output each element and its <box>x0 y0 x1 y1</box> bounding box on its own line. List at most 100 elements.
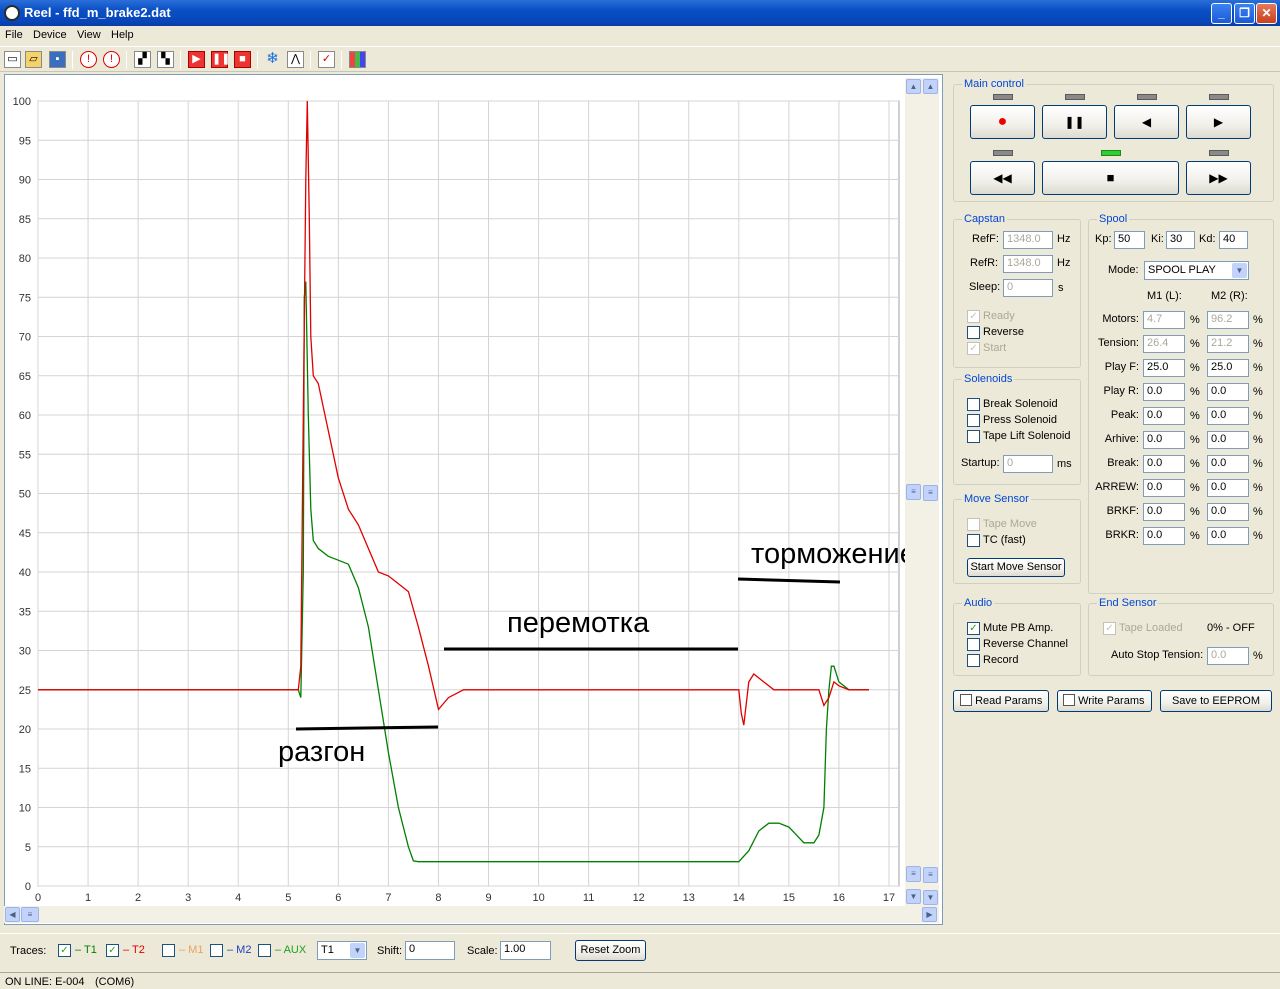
scroll-down-icon[interactable]: ▼ <box>923 890 938 905</box>
ref-f-label: RefF: <box>972 233 999 245</box>
fast-forward-button[interactable]: ▶▶ <box>1186 161 1251 195</box>
trace-chart[interactable]: 0 1 2 3 4 5 6 7 8 9 10 11 12 13 14 15 16 1705101520253035… <box>0 0 945 925</box>
spool-m1-field[interactable]: 0.0 <box>1143 527 1185 545</box>
spool-m2-field[interactable]: 25.0 <box>1207 359 1249 377</box>
spool-row-label: Break: <box>1107 457 1139 469</box>
capstan-caption: Capstan <box>962 213 1007 225</box>
read-params-button[interactable]: Read Params <box>953 690 1049 712</box>
pct-unit: % <box>1190 338 1200 350</box>
kp-field[interactable]: 50 <box>1114 231 1145 249</box>
m2-checkbox[interactable] <box>210 944 223 957</box>
press-solenoid-checkbox[interactable] <box>967 414 980 427</box>
aux-label: – AUX <box>275 944 307 956</box>
annotation-acceleration: разгон <box>278 736 365 768</box>
maximize-button[interactable]: ❐ <box>1234 3 1255 24</box>
spool-m2-field[interactable]: 0.0 <box>1207 479 1249 497</box>
ki-field[interactable]: 30 <box>1166 231 1195 249</box>
scroll-thumb-lower[interactable]: ≡ <box>906 866 921 882</box>
y-tick-label: 50 <box>19 489 31 501</box>
y-tick-label: 55 <box>19 449 31 461</box>
scroll-thumb[interactable]: ≡ <box>923 485 938 501</box>
kd-field[interactable]: 40 <box>1219 231 1248 249</box>
pct-unit: % <box>1253 338 1263 350</box>
scroll-up-icon[interactable]: ▲ <box>923 79 938 94</box>
scroll-right-icon[interactable]: ▶ <box>922 907 937 922</box>
aux-checkbox[interactable] <box>258 944 271 957</box>
write-params-button[interactable]: Write Params <box>1057 690 1152 712</box>
reverse-channel-checkbox[interactable] <box>967 638 980 651</box>
step-forward-button[interactable]: ▶ <box>1186 105 1251 139</box>
pct-unit: % <box>1253 530 1263 542</box>
ref-f-field[interactable]: 1348.0 <box>1003 231 1053 249</box>
scroll-left-icon[interactable]: ◀ <box>5 907 20 922</box>
spool-row-label: Play F: <box>1104 361 1139 373</box>
pct-unit: % <box>1190 506 1200 518</box>
spool-m2-field[interactable]: 21.2 <box>1207 335 1249 353</box>
pct-unit: % <box>1253 314 1263 326</box>
mode-select[interactable]: SPOOL PLAY ▼ <box>1144 261 1249 280</box>
t2-checkbox[interactable]: ✓ <box>106 944 119 957</box>
spool-m1-field[interactable]: 25.0 <box>1143 359 1185 377</box>
spool-m2-field[interactable]: 0.0 <box>1207 431 1249 449</box>
auto-stop-tension-field[interactable]: 0.0 <box>1207 647 1249 665</box>
record-checkbox[interactable] <box>967 654 980 667</box>
reverse-checkbox[interactable] <box>967 326 980 339</box>
scale-field[interactable]: 1.00 <box>500 941 551 960</box>
tape-lift-solenoid-checkbox[interactable] <box>967 430 980 443</box>
spool-m2-field[interactable]: 0.0 <box>1207 455 1249 473</box>
shift-field[interactable]: 0 <box>405 941 455 960</box>
spool-m1-field[interactable]: 0.0 <box>1143 479 1185 497</box>
spool-m1-field[interactable]: 4.7 <box>1143 311 1185 329</box>
spool-m2-field[interactable]: 0.0 <box>1207 527 1249 545</box>
chevron-down-icon: ▼ <box>350 943 365 958</box>
ref-r-field[interactable]: 1348.0 <box>1003 255 1053 273</box>
spool-m1-field[interactable]: 0.0 <box>1143 503 1185 521</box>
x-tick-label: 6 <box>335 892 341 904</box>
spool-m1-field[interactable]: 0.0 <box>1143 407 1185 425</box>
record-button[interactable]: ● <box>970 105 1035 139</box>
spool-m2-field[interactable]: 0.0 <box>1207 407 1249 425</box>
startup-unit: ms <box>1057 458 1072 470</box>
tc-fast-checkbox[interactable] <box>967 534 980 547</box>
mute-pb-amp-checkbox[interactable]: ✓ <box>967 622 980 635</box>
scroll-thumb-lower[interactable]: ≡ <box>923 867 938 883</box>
right-vertical-scrollbar[interactable]: ▲ ≡ ≡ ▼ <box>922 78 939 906</box>
y-tick-label: 80 <box>19 253 31 265</box>
hscroll-thumb[interactable]: ≡ <box>21 907 39 922</box>
online-status: ON LINE: E-004 <box>5 976 85 988</box>
spool-m2-field[interactable]: 0.0 <box>1207 503 1249 521</box>
step-back-button[interactable]: ◀ <box>1114 105 1179 139</box>
scroll-thumb[interactable]: ≡ <box>906 484 921 500</box>
spool-m1-field[interactable]: 0.0 <box>1143 431 1185 449</box>
stop-button[interactable]: ■ <box>1042 161 1179 195</box>
start-move-sensor-button[interactable]: Start Move Sensor <box>967 558 1065 577</box>
spool-m2-field[interactable]: 0.0 <box>1207 383 1249 401</box>
vertical-scrollbar[interactable]: ▲ ≡ ≡ ▼ <box>905 78 922 906</box>
close-button[interactable]: ✕ <box>1256 3 1277 24</box>
horizontal-scrollbar[interactable]: ◀ ≡ ▶ <box>4 906 939 923</box>
break-solenoid-checkbox[interactable] <box>967 398 980 411</box>
spool-m1-field[interactable]: 0.0 <box>1143 383 1185 401</box>
startup-field[interactable]: 0 <box>1003 455 1053 473</box>
rewind-button[interactable]: ◀◀ <box>970 161 1035 195</box>
scroll-up-icon[interactable]: ▲ <box>906 79 921 94</box>
spool-m2-field[interactable]: 96.2 <box>1207 311 1249 329</box>
minimize-button[interactable]: _ <box>1211 3 1232 24</box>
end-sensor-caption: End Sensor <box>1097 597 1159 609</box>
m1-checkbox[interactable] <box>162 944 175 957</box>
x-tick-label: 13 <box>683 892 695 904</box>
trace-select[interactable]: T1 ▼ <box>317 941 367 960</box>
sleep-field[interactable]: 0 <box>1003 279 1053 297</box>
y-tick-label: 15 <box>19 763 31 775</box>
write-params-icon <box>1063 694 1075 706</box>
save-to-eeprom-button[interactable]: Save to EEPROM <box>1160 690 1272 712</box>
spool-m1-field[interactable]: 26.4 <box>1143 335 1185 353</box>
t1-checkbox[interactable]: ✓ <box>58 944 71 957</box>
spool-m1-field[interactable]: 0.0 <box>1143 455 1185 473</box>
scroll-down-icon[interactable]: ▼ <box>906 889 921 904</box>
reset-zoom-button[interactable]: Reset Zoom <box>575 940 646 961</box>
pause-button[interactable]: ❚❚ <box>1042 105 1107 139</box>
y-tick-label: 85 <box>19 214 31 226</box>
pct-unit: % <box>1253 386 1263 398</box>
led-rewind-step <box>1137 94 1157 100</box>
